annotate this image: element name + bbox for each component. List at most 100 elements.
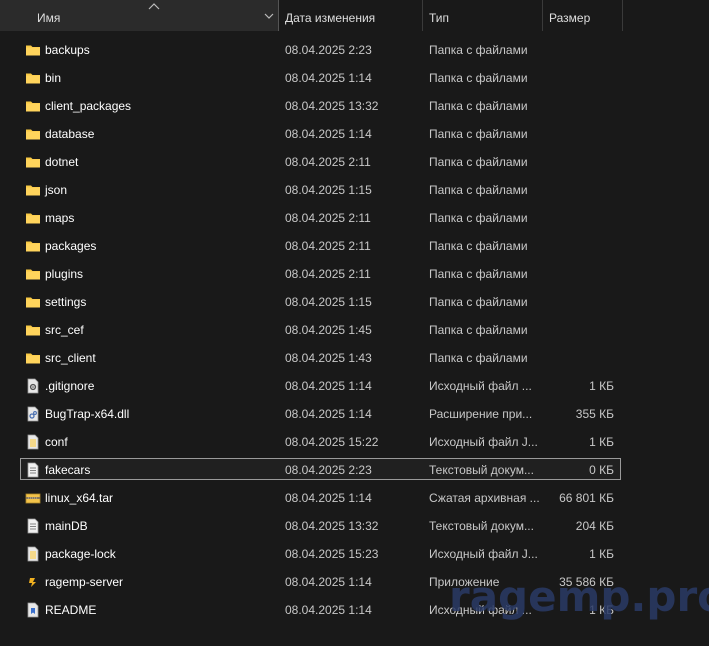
app-icon (25, 574, 41, 590)
file-row-src-client[interactable]: src_client 08.04.2025 1:43 Папка с файлами (20, 346, 621, 368)
file-name: plugins (45, 267, 84, 281)
file-type: Расширение при... (429, 407, 533, 421)
archive-icon (25, 490, 41, 506)
file-type: Текстовый докум... (429, 463, 534, 477)
file-name: dotnet (45, 155, 79, 169)
file-row-settings[interactable]: settings 08.04.2025 1:15 Папка с файлами (20, 290, 621, 312)
folder-icon (25, 42, 41, 58)
readme-file-icon (25, 602, 41, 618)
file-row-packages[interactable]: packages 08.04.2025 2:11 Папка с файлами (20, 234, 621, 256)
file-date: 08.04.2025 1:43 (285, 351, 372, 365)
file-date: 08.04.2025 2:11 (285, 267, 371, 281)
file-size: 66 801 КБ (559, 491, 614, 505)
column-header-type[interactable]: Тип (423, 0, 543, 31)
file-name: package-lock (45, 547, 116, 561)
file-name: settings (45, 295, 87, 309)
file-date: 08.04.2025 2:23 (285, 43, 372, 57)
folder-icon (25, 126, 41, 142)
file-type: Папка с файлами (429, 43, 528, 57)
file-row-bin[interactable]: bin 08.04.2025 1:14 Папка с файлами (20, 66, 621, 88)
file-row-readme[interactable]: README 08.04.2025 1:14 Исходный файл ... 1 … (20, 598, 621, 620)
file-date: 08.04.2025 1:14 (285, 379, 372, 393)
file-date: 08.04.2025 1:15 (285, 183, 372, 197)
file-name: src_client (45, 351, 96, 365)
file-row-json[interactable]: json 08.04.2025 1:15 Папка с файлами (20, 178, 621, 200)
file-row-maps[interactable]: maps 08.04.2025 2:11 Папка с файлами (20, 206, 621, 228)
column-header: Имя Дата изменения Тип Размер (0, 0, 709, 33)
folder-icon (25, 322, 41, 338)
file-row-client-packages[interactable]: client_packages 08.04.2025 13:32 Папка с ф… (20, 94, 621, 116)
file-size: 1 КБ (589, 547, 614, 561)
file-size: 1 КБ (589, 603, 614, 617)
file-date: 08.04.2025 2:11 (285, 155, 371, 169)
file-name: backups (45, 43, 90, 57)
file-row-ragemp-server[interactable]: ragemp-server 08.04.2025 1:14 Приложение 35… (20, 570, 621, 592)
file-type: Папка с файлами (429, 155, 528, 169)
file-row-database[interactable]: database 08.04.2025 1:14 Папка с файлами (20, 122, 621, 144)
file-name: README (45, 603, 97, 617)
file-name: packages (45, 239, 97, 253)
file-name: src_cef (45, 323, 84, 337)
file-type: Папка с файлами (429, 323, 528, 337)
file-name: fakecars (45, 463, 91, 477)
file-date: 08.04.2025 13:32 (285, 99, 379, 113)
file-name: mainDB (45, 519, 88, 533)
file-type: Папка с файлами (429, 127, 528, 141)
file-name: database (45, 127, 95, 141)
json-file-icon (25, 546, 41, 562)
file-size: 1 КБ (589, 379, 614, 393)
column-header-name-label: Имя (37, 11, 61, 25)
file-row-dotnet[interactable]: dotnet 08.04.2025 2:11 Папка с файлами (20, 150, 621, 172)
folder-icon (25, 210, 41, 226)
file-type: Папка с файлами (429, 239, 528, 253)
file-date: 08.04.2025 2:11 (285, 239, 371, 253)
file-name: client_packages (45, 99, 132, 113)
file-date: 08.04.2025 1:14 (285, 407, 372, 421)
chevron-down-icon[interactable] (264, 12, 274, 20)
file-row-conf[interactable]: conf 08.04.2025 15:22 Исходный файл J... 1 … (20, 430, 621, 452)
text-file-icon (25, 462, 41, 478)
file-row-src-cef[interactable]: src_cef 08.04.2025 1:45 Папка с файлами (20, 318, 621, 340)
file-type: Исходный файл ... (429, 379, 532, 393)
folder-icon (25, 154, 41, 170)
file-date: 08.04.2025 15:23 (285, 547, 379, 561)
text-file-icon (25, 518, 41, 534)
file-type: Приложение (429, 575, 500, 589)
sort-ascending-icon (148, 3, 160, 10)
file-date: 08.04.2025 1:14 (285, 603, 372, 617)
file-name: maps (45, 211, 75, 225)
file-size: 204 КБ (575, 519, 614, 533)
file-row-bugtrap-x64-dll[interactable]: BugTrap-x64.dll 08.04.2025 1:14 Расширение… (20, 402, 621, 424)
file-row-maindb[interactable]: mainDB 08.04.2025 13:32 Текстовый докум...… (20, 514, 621, 536)
file-type: Папка с файлами (429, 183, 528, 197)
column-header-name[interactable]: Имя (0, 0, 279, 31)
column-header-size[interactable]: Размер (543, 0, 623, 31)
folder-icon (25, 182, 41, 198)
file-type: Исходный файл J... (429, 547, 538, 561)
file-row-fakecars[interactable]: fakecars 08.04.2025 2:23 Текстовый докум..… (20, 458, 621, 480)
file-row-package-lock[interactable]: package-lock 08.04.2025 15:23 Исходный фай… (20, 542, 621, 564)
file-type: Папка с файлами (429, 267, 528, 281)
file-row-linux-x64-tar[interactable]: linux_x64.tar 08.04.2025 1:14 Сжатая архив… (20, 486, 621, 508)
file-type: Исходный файл ... (429, 603, 532, 617)
file-name: .gitignore (45, 379, 95, 393)
file-type: Папка с файлами (429, 351, 528, 365)
file-name: conf (45, 435, 68, 449)
folder-icon (25, 294, 41, 310)
file-row-backups[interactable]: backups 08.04.2025 2:23 Папка с файлами (20, 38, 621, 60)
file-date: 08.04.2025 1:14 (285, 491, 372, 505)
file-size: 355 КБ (575, 407, 614, 421)
file-type: Сжатая архивная ... (429, 491, 539, 505)
file-type: Папка с файлами (429, 71, 528, 85)
file-type: Папка с файлами (429, 99, 528, 113)
file-row-gitignore[interactable]: .gitignore 08.04.2025 1:14 Исходный файл .… (20, 374, 621, 396)
file-name: bin (45, 71, 62, 85)
file-type: Папка с файлами (429, 211, 528, 225)
column-header-date-label: Дата изменения (285, 11, 376, 25)
column-header-date[interactable]: Дата изменения (279, 0, 423, 31)
file-date: 08.04.2025 15:22 (285, 435, 379, 449)
folder-icon (25, 98, 41, 114)
column-header-size-label: Размер (549, 11, 591, 25)
file-row-plugins[interactable]: plugins 08.04.2025 2:11 Папка с файлами (20, 262, 621, 284)
file-date: 08.04.2025 2:23 (285, 463, 372, 477)
